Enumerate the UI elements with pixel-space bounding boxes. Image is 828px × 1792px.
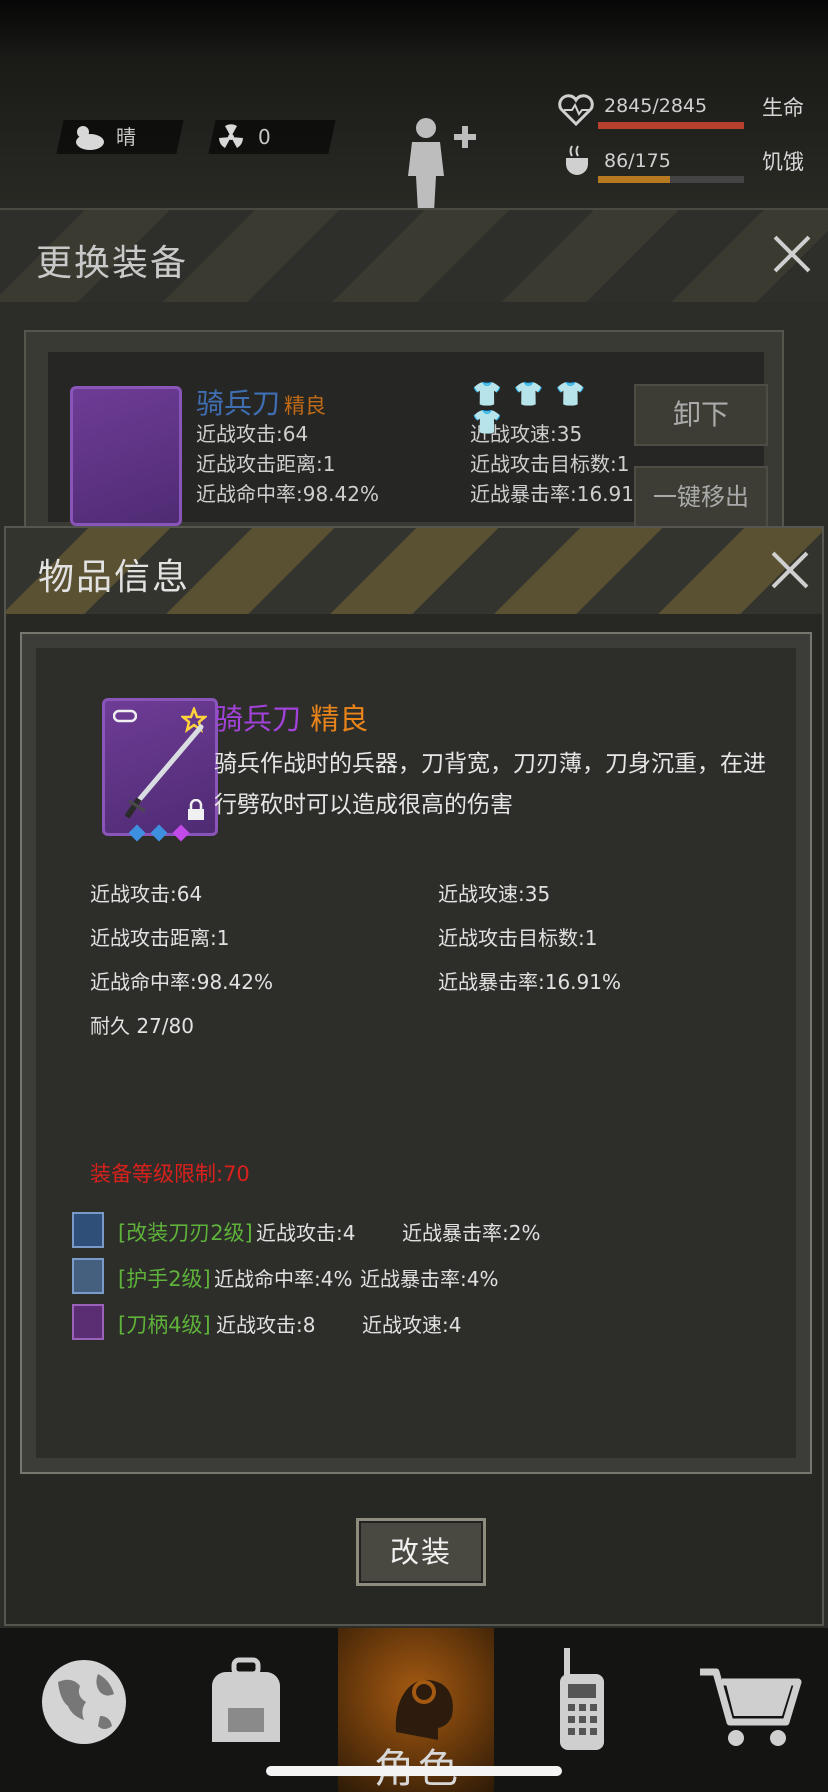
equipped-item-quality: 精良 [284, 394, 326, 418]
item-title: 骑兵刀 精良 [214, 696, 368, 738]
mod-stat: 近战攻击:4 [256, 1221, 356, 1245]
mod-stat: 近战暴击率:4% [360, 1267, 499, 1291]
attr-melee-crit: 近战暴击率:16.91% [438, 970, 621, 994]
equipment-close-icon[interactable] [772, 234, 812, 274]
equipment-panel-header: 更换装备 [0, 210, 828, 302]
globe-icon[interactable] [28, 1642, 148, 1762]
equipped-item-name: 骑兵刀 [196, 387, 281, 420]
attr-melee-targets: 近战攻击目标数:1 [438, 926, 598, 950]
health-icon [558, 94, 594, 126]
mod-stat: 近战攻击:8 [216, 1313, 316, 1337]
attr-melee-range: 近战攻击距离:1 [90, 926, 230, 950]
refit-button[interactable]: 改装 [356, 1518, 486, 1586]
item-info-content: 骑兵刀 精良 骑兵作战时的兵器，刀背宽，刀刃薄，刀身沉重，在进行劈砍时可以造成很… [36, 648, 796, 1458]
equipment-panel-title: 更换装备 [36, 243, 189, 284]
attr-melee-speed: 近战攻速:35 [438, 882, 551, 906]
unequip-button[interactable]: 卸下 [634, 384, 768, 446]
home-indicator[interactable] [266, 1766, 562, 1776]
equipped-stat-1: 近战攻击:64 [196, 422, 309, 446]
equipped-item-icon[interactable] [70, 386, 182, 526]
attr-durability: 耐久 27/80 [90, 1014, 194, 1038]
slot-shirt-icons: 👕👕👕👕 [472, 380, 598, 436]
quick-move-button[interactable]: 一键移出 [634, 466, 768, 528]
equipped-stat-4: 近战攻击目标数:1 [470, 452, 630, 476]
mod-name: [改装刀刃2级] [118, 1221, 253, 1245]
attr-melee-attack: 近战攻击:64 [90, 882, 203, 906]
mod-name: [护手2级] [118, 1267, 211, 1291]
mod-stat: 近战命中率:4% [214, 1267, 353, 1291]
equipped-item-card: 骑兵刀 精良 近战攻击:64 近战攻速:35 近战攻击距离:1 近战攻击目标数:… [24, 330, 784, 530]
item-description: 骑兵作战时的兵器，刀背宽，刀刃薄，刀身沉重，在进行劈砍时可以造成很高的伤害 [214, 751, 766, 818]
backpack-icon[interactable] [190, 1642, 310, 1762]
item-info-body: 骑兵刀 精良 骑兵作战时的兵器，刀背宽，刀刃薄，刀身沉重，在进行劈砍时可以造成很… [20, 632, 812, 1474]
radio-icon[interactable] [524, 1642, 644, 1762]
mod-row-guard: [护手2级] 近战命中率:4% 近战暴击率:4% [72, 1258, 772, 1296]
health-value: 2845/2845 [604, 95, 708, 117]
gem-icon-blue [128, 824, 146, 842]
mod-name: [刀柄4级] [118, 1313, 211, 1337]
nav-active-label: 角色 [374, 1736, 462, 1792]
item-name: 骑兵刀 [214, 702, 302, 736]
weather-icon [76, 126, 104, 150]
health-bar-fill [598, 122, 744, 129]
gem-icon-purple [172, 824, 190, 842]
radiation-icon [219, 124, 243, 148]
mod-stat: 近战暴击率:2% [402, 1221, 541, 1245]
item-info-modal: 物品信息 骑兵刀 精良 骑兵作战时的兵器，刀背宽，刀刃薄，刀身沉重，在进行劈砍时… [4, 526, 824, 1626]
equipped-stat-3: 近战攻击距离:1 [196, 452, 336, 476]
lock-icon [188, 799, 204, 820]
item-info-close-icon[interactable] [770, 550, 810, 590]
hunger-bar [598, 176, 744, 183]
mod-stat: 近战攻速:4 [362, 1313, 462, 1337]
hunger-label: 饥饿 [762, 150, 804, 174]
health-label: 生命 [762, 96, 804, 120]
attr-melee-accuracy: 近战命中率:98.42% [90, 970, 273, 994]
level-requirement: 装备等级限制:70 [90, 1162, 250, 1186]
mod-row-handle: [刀柄4级] 近战攻击:8 近战攻速:4 [72, 1304, 772, 1342]
item-info-header: 物品信息 [6, 528, 822, 614]
equipped-stat-5: 近战命中率:98.42% [196, 482, 379, 506]
top-hud: 晴 0 2845/2845 生命 86/175 饥饿 [0, 0, 828, 220]
item-quality: 精良 [310, 702, 369, 736]
gem-icon-blue [150, 824, 168, 842]
mod-row-blade: [改装刀刃2级] 近战攻击:4 近战暴击率:2% [72, 1212, 772, 1250]
weather-text: 晴 [116, 125, 136, 149]
body-status-icon[interactable] [400, 112, 480, 212]
hunger-icon [566, 145, 588, 175]
radiation-value: 0 [258, 125, 271, 149]
hunger-value: 86/175 [604, 150, 671, 172]
guard-mod-icon [72, 1258, 104, 1294]
handle-mod-icon [72, 1304, 104, 1340]
equipped-stat-6: 近战暴击率:16.91% [470, 482, 653, 506]
health-bar [598, 122, 744, 129]
blade-mod-icon [72, 1212, 104, 1248]
item-info-title: 物品信息 [38, 557, 191, 598]
cart-icon[interactable] [692, 1642, 812, 1762]
gem-slots [128, 824, 201, 843]
hunger-bar-fill [598, 176, 670, 183]
item-icon [102, 698, 218, 842]
